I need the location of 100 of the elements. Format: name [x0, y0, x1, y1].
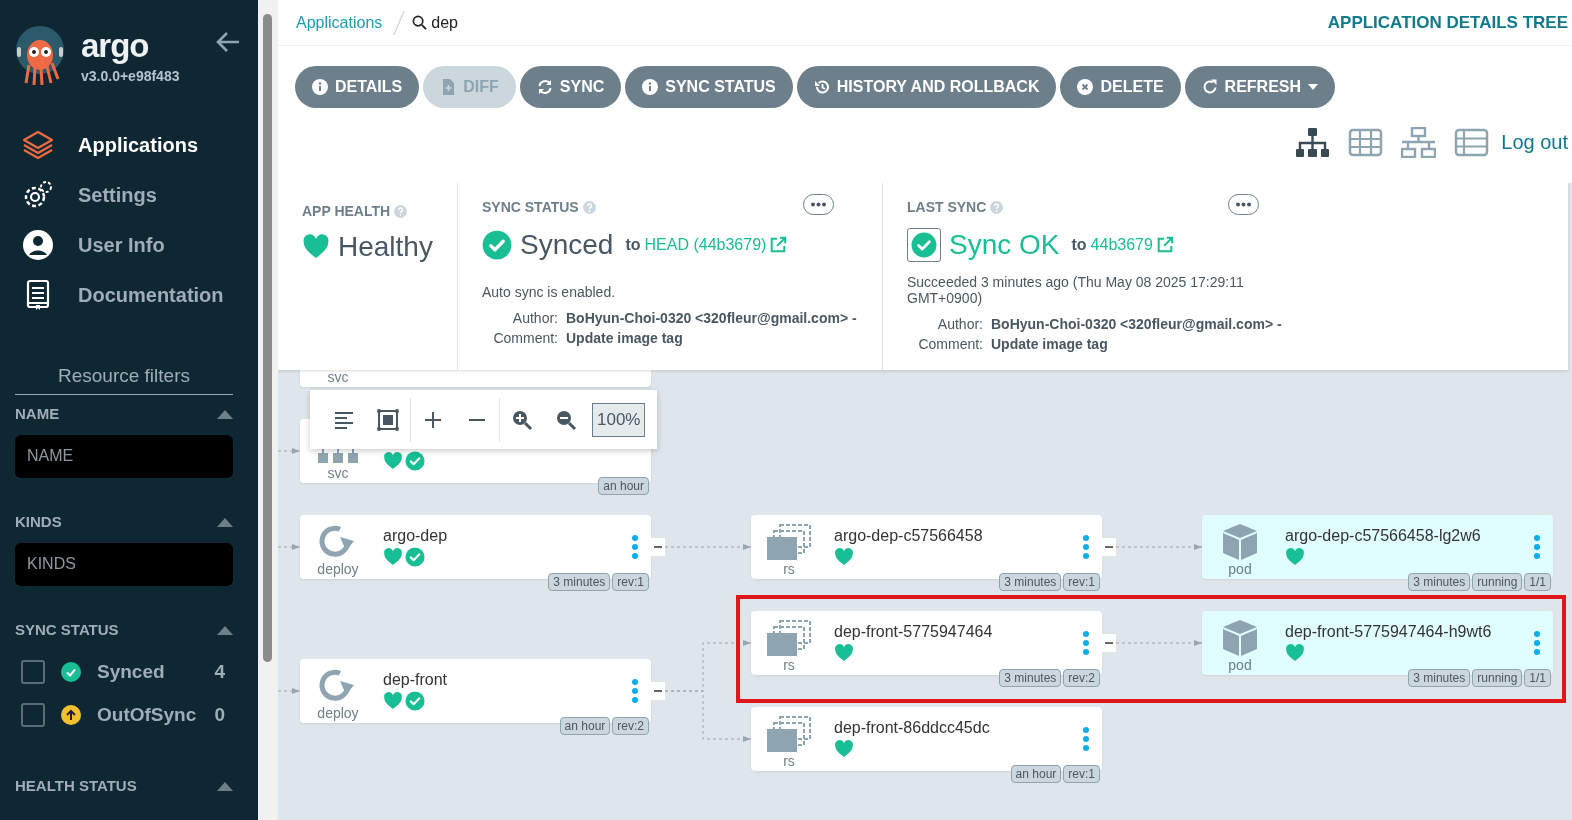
edge-arrow: [278, 448, 301, 454]
node-tag: rev:2: [612, 717, 649, 735]
zoom-out-icon: [555, 408, 577, 431]
collapse-all-icon: [469, 418, 485, 421]
history-icon: [813, 79, 830, 95]
toolbar-button[interactable]: SYNC STATUS: [625, 66, 793, 108]
node-tag: an hour: [559, 717, 611, 735]
minus-icon: [654, 690, 662, 692]
health-status: Healthy: [338, 230, 433, 264]
cube-icon: [1222, 619, 1258, 657]
collapse-button[interactable]: [651, 538, 665, 556]
checkbox[interactable]: [21, 703, 45, 727]
filter-option-label: Synced: [97, 659, 165, 684]
caret-icon[interactable]: [217, 518, 233, 527]
kebab-menu-icon[interactable]: [1534, 535, 1540, 559]
logo-text: argo: [81, 29, 150, 62]
heart-icon: [302, 233, 330, 261]
resource-name: dep-front-86ddcc45dc: [834, 718, 990, 738]
node-tag: an hour: [1010, 765, 1062, 783]
external-link-icon[interactable]: [769, 236, 788, 254]
kebab-menu-icon[interactable]: [632, 679, 638, 703]
more-button[interactable]: [803, 194, 834, 215]
toolbar-button[interactable]: REFRESH: [1184, 66, 1336, 108]
field-label: Comment:: [492, 329, 558, 348]
nav-item[interactable]: Applications: [15, 120, 233, 170]
list-icon[interactable]: [1454, 127, 1490, 158]
filter-heading: KINDS: [15, 512, 62, 533]
minus-icon: [654, 546, 662, 548]
kind-label: svc: [326, 370, 350, 387]
more-button[interactable]: [1228, 194, 1259, 215]
network-icon[interactable]: [1401, 127, 1437, 158]
minus-icon: [1105, 642, 1113, 644]
kebab-menu-icon[interactable]: [1534, 631, 1540, 655]
layers-icon: [22, 129, 54, 161]
filter-count: 4: [214, 659, 225, 684]
resource-node[interactable]: svc: [300, 370, 651, 387]
edge-arrow: [278, 544, 301, 550]
nav-item[interactable]: Settings: [15, 170, 233, 220]
field-label: Author:: [511, 309, 558, 328]
caret-icon: [1308, 84, 1319, 90]
grid-icon[interactable]: [1348, 127, 1384, 158]
stacked-boxes-icon: [766, 619, 812, 657]
external-link-icon[interactable]: [1155, 236, 1174, 254]
resource-name: dep-front-5775947464: [834, 622, 993, 642]
stacked-boxes-icon: [766, 715, 812, 753]
sync-icon: [536, 79, 553, 95]
collapse-button[interactable]: [1102, 538, 1116, 556]
toolbar-button[interactable]: DELETE: [1060, 66, 1181, 108]
kebab-menu-icon[interactable]: [1083, 535, 1089, 559]
minus-icon: [1105, 546, 1113, 548]
scrollbar[interactable]: [258, 0, 278, 820]
toolbar-button[interactable]: DETAILS: [295, 66, 420, 108]
kind-label: rs: [782, 752, 796, 771]
version-text: v3.0.0+e98f483: [81, 67, 180, 86]
node-tag: 1/1: [1524, 573, 1551, 591]
search-icon: [412, 15, 428, 30]
caret-icon[interactable]: [217, 626, 233, 635]
caret-icon[interactable]: [217, 410, 233, 419]
info-icon: [312, 79, 328, 95]
kind-label: deploy: [316, 704, 360, 723]
filter-heading: NAME: [15, 404, 60, 425]
breadcrumb-link[interactable]: Applications: [296, 10, 383, 35]
field-value: BoHyun-Choi-0320 <320fleur@gmail.com> -: [991, 315, 1282, 334]
user-icon: [22, 229, 54, 261]
kebab-menu-icon[interactable]: [1083, 631, 1089, 655]
toolbar-button[interactable]: SYNC: [519, 66, 622, 108]
collapse-button[interactable]: [1102, 634, 1116, 652]
status-note: Succeeded 3 minutes ago (Thu May 08 2025 17:29:11 GMT+0900): [907, 274, 1245, 306]
kind-label: rs: [782, 560, 796, 579]
file-plus-icon: [440, 79, 457, 95]
field-value: Update image tag: [566, 329, 683, 348]
argo-logo: [15, 25, 65, 87]
node-tag: 3 minutes: [1408, 573, 1471, 591]
more-dots-icon: [1235, 202, 1252, 207]
search-text: dep: [431, 12, 458, 33]
kebab-menu-icon[interactable]: [1083, 727, 1089, 751]
edge-arrow: [278, 688, 301, 694]
back-arrow-icon[interactable]: [216, 31, 240, 53]
toolbar-button[interactable]: HISTORY AND ROLLBACK: [796, 66, 1057, 108]
filter-input[interactable]: KINDS: [15, 542, 233, 586]
caret-icon[interactable]: [217, 782, 233, 791]
filter-heading: SYNC STATUS: [15, 620, 119, 641]
filter-input[interactable]: NAME: [15, 434, 233, 478]
node-tag: 3 minutes: [1408, 669, 1471, 687]
tree-icon[interactable]: [1295, 127, 1331, 158]
resource-name: dep-front-5775947464-h9wt6: [1285, 622, 1492, 642]
kebab-menu-icon[interactable]: [632, 535, 638, 559]
breadcrumb-separator: [392, 8, 407, 37]
nav-item[interactable]: User Info: [15, 220, 233, 270]
kind-label: svc: [326, 464, 350, 483]
nav-item[interactable]: Documentation: [15, 270, 233, 320]
check-circle-icon: [482, 230, 512, 260]
more-dots-icon: [810, 202, 827, 207]
collapse-button[interactable]: [651, 682, 665, 700]
node-tag: rev:1: [612, 573, 649, 591]
node-tag: rev:2: [1063, 669, 1100, 687]
node-tag: running: [1472, 573, 1523, 591]
checkbox[interactable]: [21, 660, 45, 684]
fit-screen-icon: [377, 408, 399, 431]
logout-link[interactable]: Log out: [1501, 127, 1568, 157]
